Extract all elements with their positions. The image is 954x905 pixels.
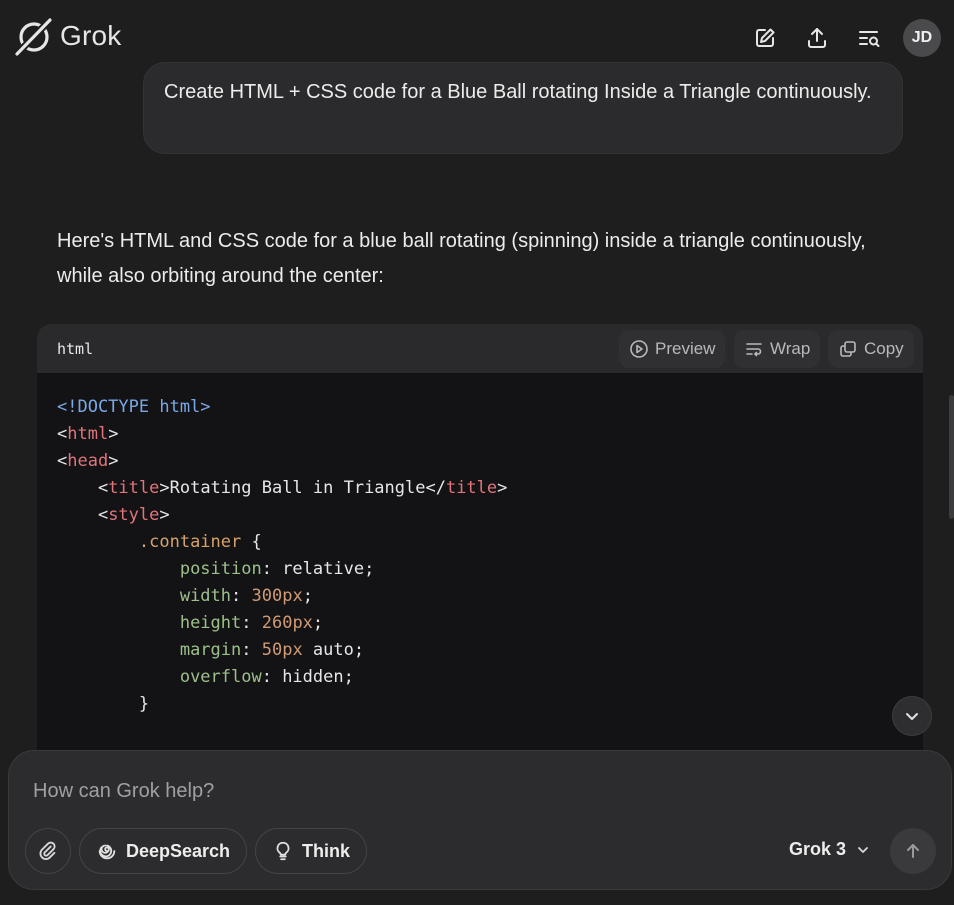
code-token: > xyxy=(108,424,119,444)
think-button[interactable]: Think xyxy=(255,828,367,874)
code-token: title xyxy=(445,478,498,498)
chevron-down-icon xyxy=(858,846,868,853)
code-token: ; xyxy=(312,613,324,633)
code-token: > xyxy=(497,478,508,498)
app-name: Grok xyxy=(60,20,122,51)
code-line: <style> xyxy=(57,502,507,529)
code-line: <head> xyxy=(57,448,507,475)
attach-button[interactable] xyxy=(25,828,71,874)
wrap-button[interactable]: Wrap xyxy=(734,330,821,368)
code-token: ; xyxy=(302,586,313,606)
code-token: > xyxy=(159,505,170,525)
grok-logo[interactable]: Grok xyxy=(14,16,121,56)
copy-icon xyxy=(840,341,856,357)
code-token: < xyxy=(57,478,109,498)
code-token: : xyxy=(241,613,262,633)
code-line: width: 300px; xyxy=(57,583,507,610)
code-token: <!DOCTYPE html> xyxy=(57,397,211,417)
code-token: < xyxy=(57,451,68,471)
share-button[interactable] xyxy=(799,20,835,56)
code-content: <!DOCTYPE html> <html> <head> <title>Rotat… xyxy=(57,394,507,718)
code-token: < xyxy=(57,424,68,444)
history-search-button[interactable] xyxy=(851,20,887,56)
code-token: html xyxy=(67,424,109,444)
composer: DeepSearch Think Grok 3 xyxy=(8,750,952,890)
play-circle-icon xyxy=(630,340,648,358)
preview-button[interactable]: Preview xyxy=(619,330,726,368)
code-token: > xyxy=(108,451,119,471)
code-token: style xyxy=(108,505,160,525)
code-token: : hidden; xyxy=(261,667,354,687)
code-token: title xyxy=(108,478,160,498)
code-token: position xyxy=(179,559,262,579)
code-token: margin xyxy=(179,640,242,660)
code-language-label: html xyxy=(57,340,94,358)
send-button[interactable] xyxy=(890,828,936,874)
code-line: position: relative; xyxy=(57,556,507,583)
chevron-down-icon xyxy=(906,713,918,720)
code-token: overflow xyxy=(179,667,262,687)
history-search-icon xyxy=(859,31,880,47)
code-token: height xyxy=(179,613,242,633)
response-intro: Here's HTML and CSS code for a blue ball… xyxy=(57,230,866,287)
code-token: < xyxy=(57,505,109,525)
grok-logo-icon xyxy=(14,17,53,56)
code-token: width xyxy=(179,586,232,606)
code-line: margin: 50px auto; xyxy=(57,637,507,664)
edit-button[interactable] xyxy=(747,20,783,56)
code-token: 50px xyxy=(261,640,303,660)
deepsearch-label: DeepSearch xyxy=(126,840,231,861)
wrap-label: Wrap xyxy=(770,339,811,358)
code-line: <title>Rotating Ball in Triangle</title> xyxy=(57,475,507,502)
code-block: html Preview Wrap Copy <!DOCTYPE html> <h… xyxy=(37,324,923,764)
edit-icon xyxy=(756,28,775,47)
model-label: Grok 3 xyxy=(789,839,847,859)
copy-button[interactable]: Copy xyxy=(828,330,914,368)
code-token: .container xyxy=(138,532,242,552)
code-token: 260px xyxy=(261,613,313,633)
code-line: <html> xyxy=(57,421,507,448)
code-line: overflow: hidden; xyxy=(57,664,507,691)
model-selector[interactable]: Grok 3 xyxy=(789,839,870,860)
user-message: Create HTML + CSS code for a Blue Ball r… xyxy=(143,62,903,154)
code-line: height: 260px; xyxy=(57,610,507,637)
prompt-input[interactable] xyxy=(33,775,833,807)
page-scrollbar[interactable] xyxy=(949,395,954,519)
paperclip-icon xyxy=(39,841,56,860)
scroll-to-bottom-button[interactable] xyxy=(892,696,932,736)
arrow-up-icon xyxy=(907,844,919,858)
wrap-icon xyxy=(746,343,762,357)
deepsearch-button[interactable]: DeepSearch xyxy=(79,828,248,874)
preview-label: Preview xyxy=(655,339,716,358)
code-token: auto; xyxy=(302,640,365,660)
deepsearch-icon xyxy=(98,844,116,860)
code-token: : xyxy=(241,640,262,660)
code-token: : xyxy=(231,586,252,606)
user-avatar[interactable]: JD xyxy=(903,19,941,57)
share-icon xyxy=(808,28,826,48)
code-line: .container { xyxy=(57,529,507,556)
code-token: >Rotating Ball in Triangle</ xyxy=(159,478,446,498)
code-line: <!DOCTYPE html> xyxy=(57,394,507,421)
copy-label: Copy xyxy=(864,339,904,358)
code-token: : relative; xyxy=(261,559,375,579)
code-token: 300px xyxy=(251,586,303,606)
code-token: head xyxy=(67,451,109,471)
code-block-header: html Preview Wrap Copy xyxy=(37,324,923,373)
code-token: } xyxy=(57,694,150,714)
code-token: { xyxy=(241,532,262,552)
think-label: Think xyxy=(302,840,350,861)
code-line: } xyxy=(57,691,507,718)
lightbulb-icon xyxy=(276,841,290,861)
